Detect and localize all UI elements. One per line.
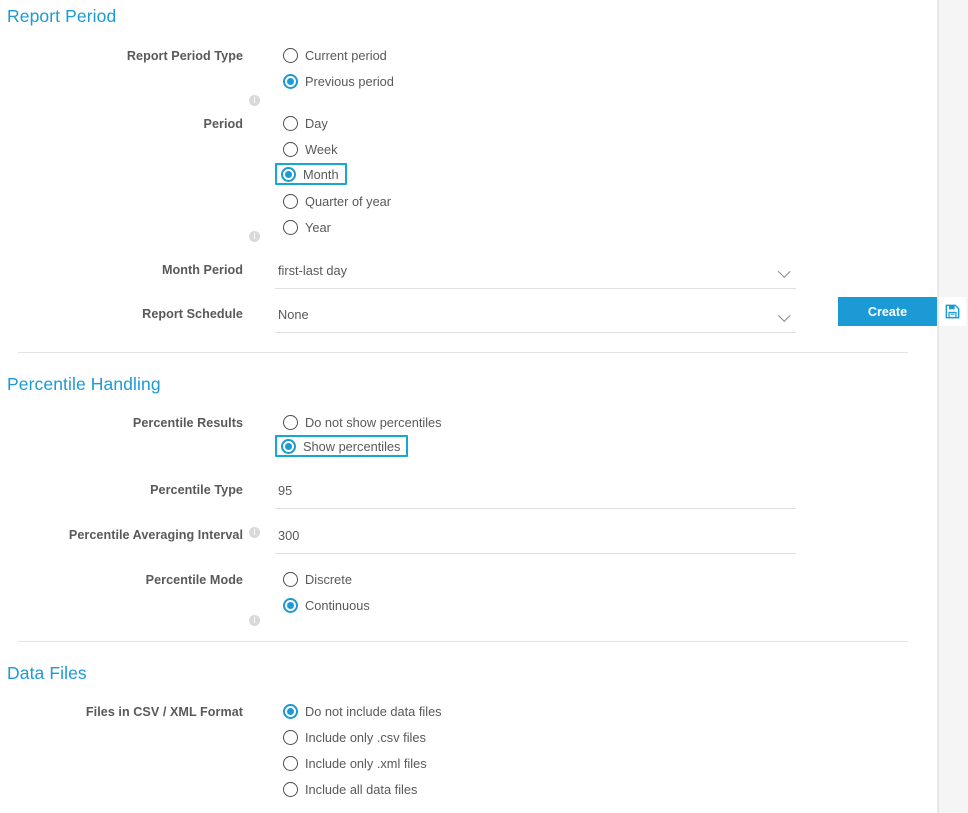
radio-circle-icon xyxy=(283,415,298,430)
radio-circle-icon xyxy=(283,730,298,745)
chevron-down-icon xyxy=(780,267,791,278)
radio-percentile-results-show[interactable]: Show percentiles xyxy=(275,435,408,457)
label-percentile-mode: Percentile Mode xyxy=(0,573,243,587)
radio-files-format-csv[interactable]: Include only .csv files xyxy=(279,726,432,748)
radio-circle-icon xyxy=(283,142,298,157)
select-month-period[interactable]: first-last day xyxy=(275,258,796,289)
radio-label: Include only .csv files xyxy=(305,730,426,745)
radio-label: Continuous xyxy=(305,598,370,613)
radio-label: Discrete xyxy=(305,572,352,587)
radio-label: Current period xyxy=(305,48,387,63)
label-report-schedule: Report Schedule xyxy=(0,307,243,321)
label-report-period-type: Report Period Type xyxy=(0,49,243,63)
info-icon[interactable] xyxy=(249,615,260,626)
create-button[interactable]: Create xyxy=(838,297,937,326)
radio-label: Show percentiles xyxy=(303,439,400,454)
select-month-period-value: first-last day xyxy=(278,263,347,278)
floppy-disk-icon xyxy=(945,304,960,319)
label-month-period: Month Period xyxy=(0,263,243,277)
chevron-down-icon xyxy=(780,311,791,322)
section-report-period: Report Period xyxy=(0,6,938,27)
input-percentile-type[interactable]: 95 xyxy=(275,478,796,509)
input-percentile-averaging-interval-value: 300 xyxy=(278,528,299,543)
input-percentile-averaging-interval[interactable]: 300 xyxy=(275,523,796,554)
info-icon[interactable] xyxy=(249,231,260,242)
section-title-percentile-handling: Percentile Handling xyxy=(0,374,938,395)
input-percentile-type-value: 95 xyxy=(278,483,292,498)
save-button[interactable] xyxy=(939,297,966,326)
radio-period-quarter[interactable]: Quarter of year xyxy=(279,190,397,212)
radio-circle-icon xyxy=(283,194,298,209)
section-percentile-handling: Percentile Handling xyxy=(0,374,938,395)
radio-label: Previous period xyxy=(305,74,394,89)
radio-label: Do not show percentiles xyxy=(305,415,442,430)
report-settings-page: Report Period Report Period Type Current… xyxy=(0,0,968,813)
radio-circle-icon xyxy=(283,756,298,771)
radio-report-period-type-previous[interactable]: Previous period xyxy=(279,70,400,92)
radio-files-format-all[interactable]: Include all data files xyxy=(279,778,423,800)
radio-label: Day xyxy=(305,116,328,131)
label-period: Period xyxy=(0,117,243,131)
radio-period-week[interactable]: Week xyxy=(279,138,343,160)
label-percentile-results: Percentile Results xyxy=(0,416,243,430)
radio-circle-selected-icon xyxy=(283,74,298,89)
info-icon[interactable] xyxy=(249,527,260,538)
radio-circle-icon xyxy=(283,572,298,587)
radio-files-format-none[interactable]: Do not include data files xyxy=(279,700,448,722)
select-report-schedule[interactable]: None xyxy=(275,302,796,333)
radio-percentile-mode-discrete[interactable]: Discrete xyxy=(279,568,358,590)
section-data-files: Data Files xyxy=(0,663,938,684)
right-rail-scrollbar[interactable] xyxy=(938,0,968,813)
label-percentile-type: Percentile Type xyxy=(0,483,243,497)
radio-label: Include only .xml files xyxy=(305,756,427,771)
radio-period-year[interactable]: Year xyxy=(279,216,337,238)
radio-percentile-results-hide[interactable]: Do not show percentiles xyxy=(279,411,448,433)
radio-circle-icon xyxy=(283,220,298,235)
radio-circle-icon xyxy=(283,116,298,131)
section-divider xyxy=(18,352,908,353)
section-title-report-period: Report Period xyxy=(0,6,938,27)
radio-percentile-mode-continuous[interactable]: Continuous xyxy=(279,594,376,616)
radio-label: Quarter of year xyxy=(305,194,391,209)
label-percentile-averaging-interval: Percentile Averaging Interval xyxy=(0,528,243,542)
radio-period-month[interactable]: Month xyxy=(275,163,347,185)
radio-label: Week xyxy=(305,142,337,157)
label-files-format: Files in CSV / XML Format xyxy=(0,705,243,719)
radio-period-day[interactable]: Day xyxy=(279,112,334,134)
radio-circle-icon xyxy=(283,48,298,63)
radio-circle-selected-icon xyxy=(283,704,298,719)
radio-label: Year xyxy=(305,220,331,235)
radio-circle-icon xyxy=(283,782,298,797)
radio-circle-selected-icon xyxy=(281,167,296,182)
radio-label: Month xyxy=(303,167,339,182)
radio-label: Include all data files xyxy=(305,782,417,797)
info-icon[interactable] xyxy=(249,95,260,106)
radio-files-format-xml[interactable]: Include only .xml files xyxy=(279,752,433,774)
radio-report-period-type-current[interactable]: Current period xyxy=(279,44,393,66)
section-divider xyxy=(18,641,908,642)
select-report-schedule-value: None xyxy=(278,307,309,322)
radio-circle-selected-icon xyxy=(281,439,296,454)
section-title-data-files: Data Files xyxy=(0,663,938,684)
radio-label: Do not include data files xyxy=(305,704,442,719)
radio-circle-selected-icon xyxy=(283,598,298,613)
